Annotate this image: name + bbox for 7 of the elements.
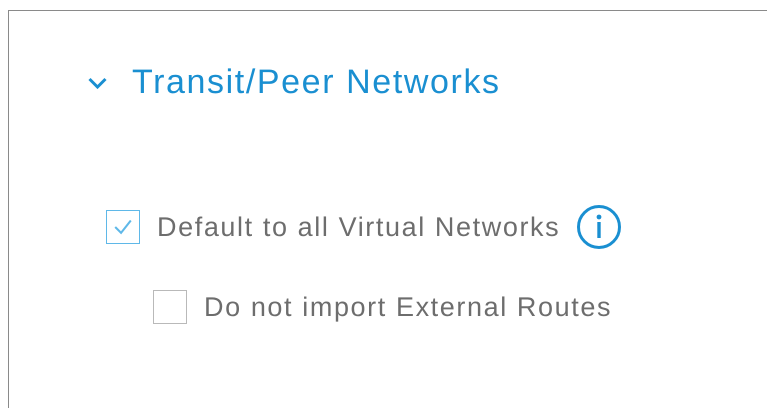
info-icon[interactable] bbox=[576, 204, 622, 250]
chevron-icon[interactable] bbox=[87, 76, 108, 90]
checkbox-label: Do not import External Routes bbox=[204, 292, 612, 322]
checkbox[interactable] bbox=[106, 210, 140, 244]
section-title: Transit/Peer Networks bbox=[132, 63, 501, 102]
checkbox-label: Default to all Virtual Networks bbox=[157, 212, 560, 242]
checkbox[interactable] bbox=[153, 290, 187, 324]
